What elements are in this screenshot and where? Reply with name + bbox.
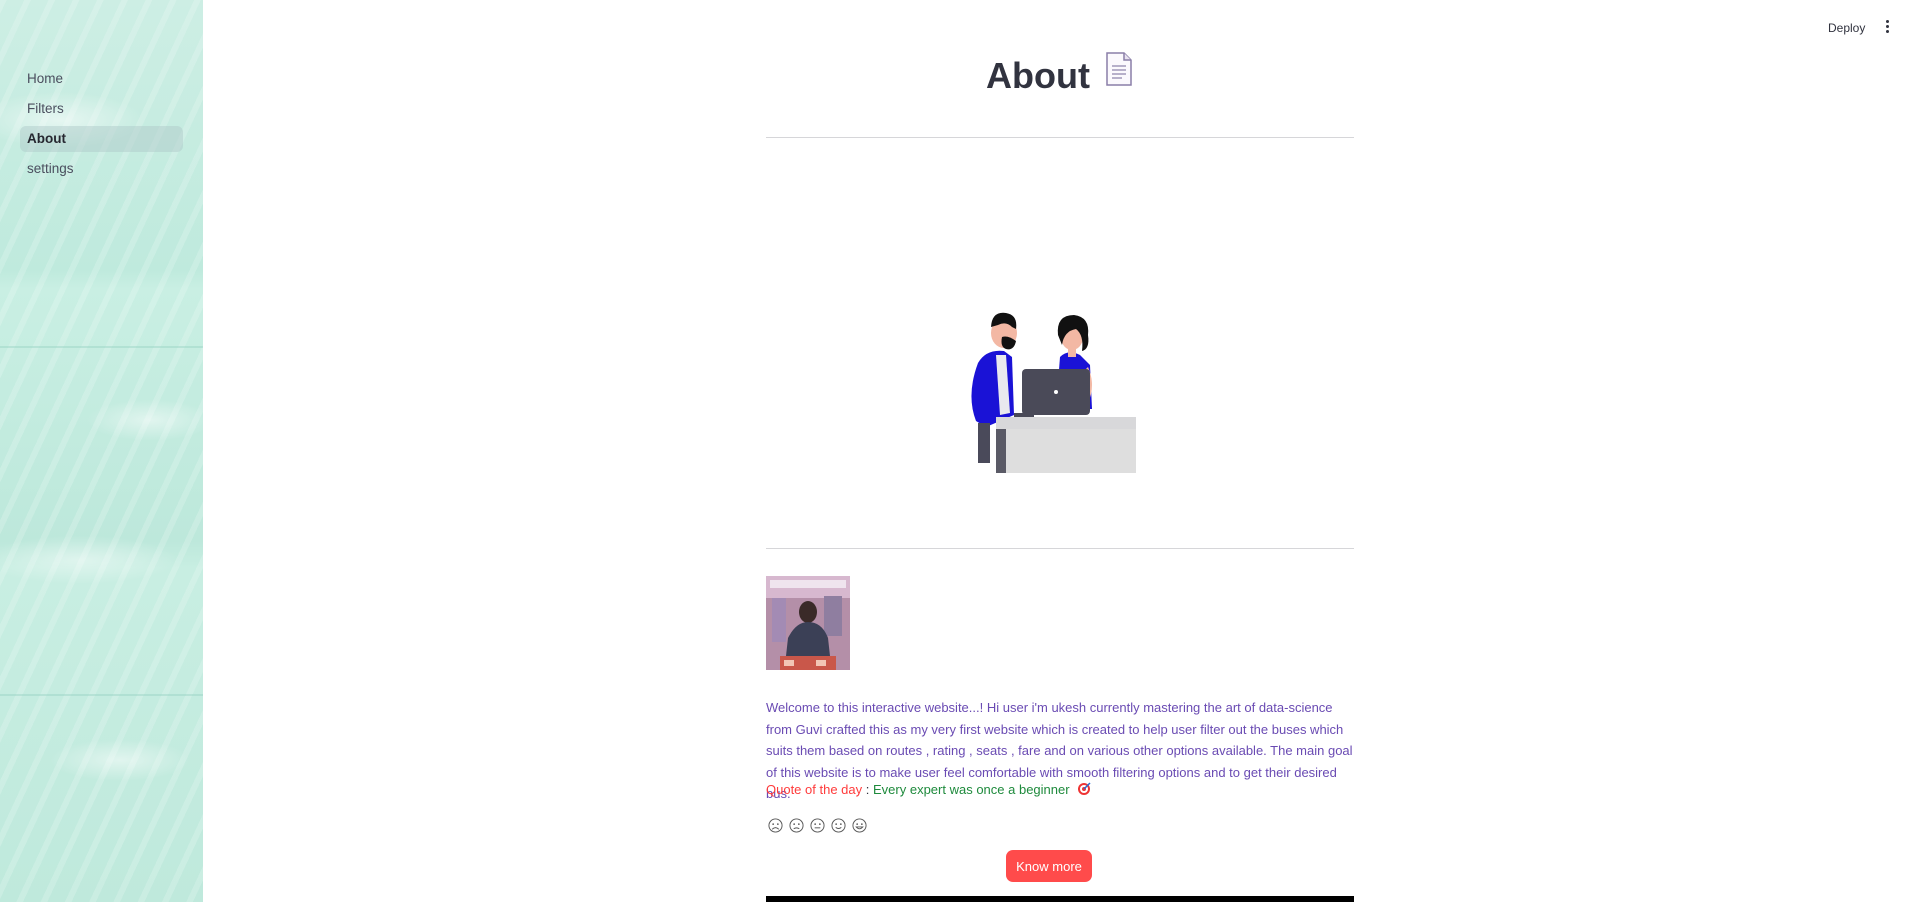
divider [766,137,1354,138]
page-facing-up-icon [1104,51,1134,99]
author-photo [766,576,850,670]
sidebar-item-about[interactable]: About [20,126,183,152]
sidebar-item-filters[interactable]: Filters [20,96,183,122]
quote-text: Every expert was once a beginner [873,782,1070,797]
quote-label: Quote of the day [766,782,863,797]
know-more-button[interactable]: Know more [1006,850,1092,882]
very-happy-face-icon[interactable] [852,818,867,833]
quote-separator: : [865,782,870,797]
smile-face-icon[interactable] [831,818,846,833]
sad-face-icon[interactable] [789,818,804,833]
team-laptop-illustration [956,305,1150,475]
direct-hit-target-icon [1077,782,1091,799]
neutral-face-icon[interactable] [810,818,825,833]
vertical-ellipsis-icon[interactable] [1884,20,1890,34]
feedback-faces [768,818,867,833]
quote-of-the-day: Quote of the day : Every expert was once… [766,782,1091,799]
very-sad-face-icon[interactable] [768,818,783,833]
sidebar: Home Filters About settings [0,0,203,902]
divider [766,548,1354,549]
deploy-button[interactable]: Deploy [1822,18,1871,38]
sidebar-item-settings[interactable]: settings [20,156,183,182]
sidebar-texture-seam [0,346,203,348]
embedded-media-top-edge [766,896,1354,902]
sidebar-item-home[interactable]: Home [20,66,183,92]
sidebar-texture-seam [0,694,203,696]
sidebar-nav: Home Filters About settings [20,66,183,186]
page-title-row: About [766,52,1354,100]
page-title: About [986,55,1090,96]
